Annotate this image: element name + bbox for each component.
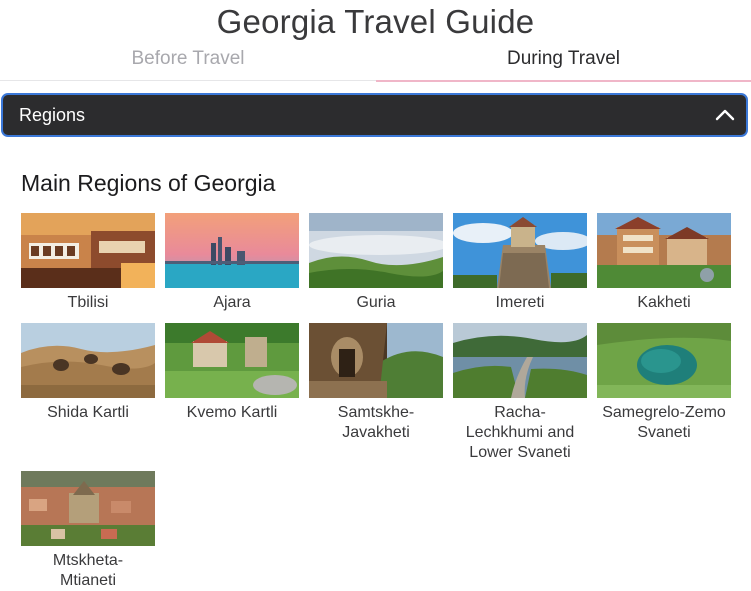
guria-image bbox=[309, 213, 443, 288]
region-card-tbilisi[interactable]: Tbilisi bbox=[21, 213, 165, 313]
region-card-guria[interactable]: Guria bbox=[309, 213, 453, 313]
kvemo-kartli-image bbox=[165, 323, 299, 398]
region-card-kakheti[interactable]: Kakheti bbox=[597, 213, 741, 313]
region-card-ajara[interactable]: Ajara bbox=[165, 213, 309, 313]
region-label: Racha- Lechkhumi and Lower Svaneti bbox=[448, 403, 592, 463]
shida-kartli-image bbox=[21, 323, 155, 398]
region-label-line: Racha- bbox=[494, 404, 546, 421]
imereti-image bbox=[453, 213, 587, 288]
region-label-line: Svaneti bbox=[637, 424, 691, 441]
region-label: Guria bbox=[356, 294, 396, 311]
region-card-imereti[interactable]: Imereti bbox=[453, 213, 597, 313]
region-label: Samegrelo-Zemo Svaneti bbox=[592, 403, 736, 443]
region-card-kvemo-kartli[interactable]: Kvemo Kartli bbox=[165, 323, 309, 423]
region-label: Mtskheta- Mtianeti bbox=[16, 551, 160, 591]
region-label-line: Samtskhe- bbox=[337, 404, 415, 421]
region-label: Ajara bbox=[213, 294, 251, 311]
region-label-line: Mtskheta- bbox=[52, 552, 124, 569]
region-label-line: Lechkhumi and bbox=[465, 424, 575, 441]
region-label-line: Mtianeti bbox=[59, 572, 117, 589]
region-label: Kakheti bbox=[637, 294, 691, 311]
region-label: Kvemo Kartli bbox=[186, 404, 278, 421]
regions-grid: Tbilisi Ajara Guria Imereti Kakheti Shid… bbox=[0, 0, 751, 589]
region-card-mtskheta-mtianeti[interactable]: Mtskheta- Mtianeti bbox=[21, 471, 165, 591]
samtskhe-javakheti-image bbox=[309, 323, 443, 398]
region-label-line: Samegrelo-Zemo bbox=[602, 404, 726, 421]
racha-lechkhumi-image bbox=[453, 323, 587, 398]
kakheti-image bbox=[597, 213, 731, 288]
region-label: Shida Kartli bbox=[47, 404, 129, 421]
region-card-racha-lechkhumi[interactable]: Racha- Lechkhumi and Lower Svaneti bbox=[453, 323, 597, 463]
region-card-samtskhe-javakheti[interactable]: Samtskhe- Javakheti bbox=[309, 323, 453, 443]
region-label: Samtskhe- Javakheti bbox=[304, 403, 448, 443]
mtskheta-mtianeti-image bbox=[21, 471, 155, 546]
region-label: Imereti bbox=[495, 294, 545, 311]
region-label-line: Lower Svaneti bbox=[469, 444, 571, 461]
region-card-samegrelo-zemo-svaneti[interactable]: Samegrelo-Zemo Svaneti bbox=[597, 323, 741, 443]
tbilisi-image bbox=[21, 213, 155, 288]
region-label: Tbilisi bbox=[67, 294, 109, 311]
region-card-shida-kartli[interactable]: Shida Kartli bbox=[21, 323, 165, 423]
ajara-image bbox=[165, 213, 299, 288]
region-label-line: Javakheti bbox=[342, 424, 410, 441]
samegrelo-zemo-svaneti-image bbox=[597, 323, 731, 398]
